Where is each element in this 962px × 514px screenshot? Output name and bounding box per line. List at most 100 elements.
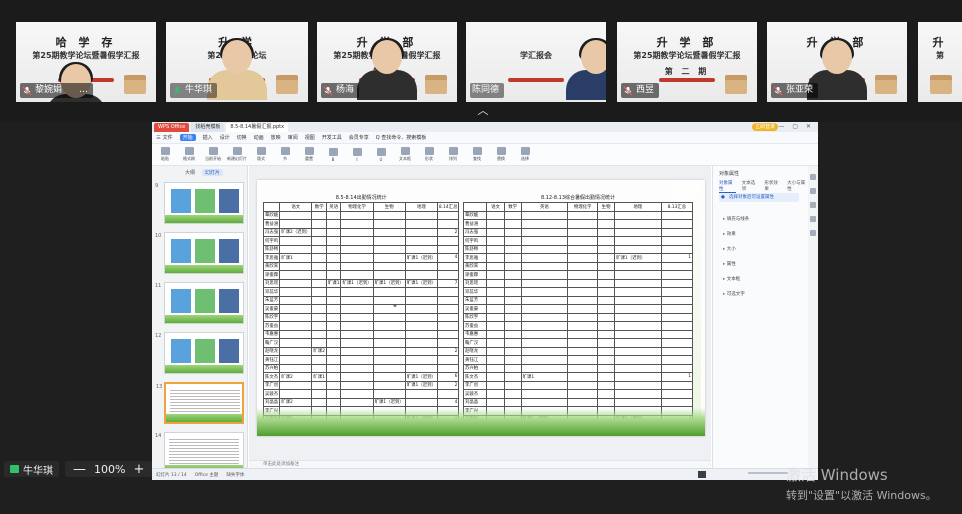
- table-cell[interactable]: [486, 219, 505, 229]
- table-cell[interactable]: [436, 321, 460, 331]
- table-cell[interactable]: 7: [436, 278, 460, 288]
- ribbon-button[interactable]: 当前开始: [204, 147, 222, 162]
- ribbon-button[interactable]: 查找: [468, 147, 486, 162]
- table-cell[interactable]: [597, 397, 616, 407]
- table-cell[interactable]: [520, 278, 569, 288]
- student-name-cell[interactable]: 陈欣宇: [462, 312, 488, 322]
- table-cell[interactable]: [520, 355, 569, 365]
- style-icon[interactable]: [810, 188, 816, 194]
- notes-input[interactable]: 单击此处添加备注: [249, 460, 711, 468]
- table-cell[interactable]: [520, 236, 569, 246]
- table-cell[interactable]: [660, 219, 694, 229]
- student-name-cell[interactable]: 吴俊豪: [262, 304, 281, 314]
- ribbon-button[interactable]: 排列: [444, 147, 462, 162]
- table-cell[interactable]: [567, 210, 599, 220]
- table-cell[interactable]: 旷课2: [279, 397, 313, 407]
- table-cell[interactable]: [279, 244, 313, 254]
- student-name-cell[interactable]: 李广创: [462, 380, 488, 390]
- table-cell[interactable]: 旷课1（迟到）: [404, 372, 438, 382]
- table-cell[interactable]: [597, 312, 616, 322]
- table-cell[interactable]: [567, 227, 599, 237]
- table-cell[interactable]: [520, 253, 569, 263]
- table-cell[interactable]: [325, 355, 342, 365]
- table-cell[interactable]: [520, 219, 569, 229]
- table-cell[interactable]: [436, 219, 460, 229]
- student-name-cell[interactable]: 韦嘉惠: [462, 329, 488, 339]
- table-cell[interactable]: [404, 338, 438, 348]
- animation-icon[interactable]: [810, 202, 816, 208]
- table-cell[interactable]: [404, 219, 438, 229]
- zoom-slider[interactable]: [748, 472, 788, 474]
- table-cell[interactable]: [486, 227, 505, 237]
- table-cell[interactable]: 旷课1（迟到）: [340, 278, 374, 288]
- table-cell[interactable]: [503, 270, 522, 280]
- table-cell[interactable]: [503, 372, 522, 382]
- table-cell[interactable]: [597, 321, 616, 331]
- slide-thumbnail[interactable]: 10: [155, 232, 244, 274]
- table-cell[interactable]: [404, 363, 438, 373]
- student-name-cell[interactable]: 邓蕊华: [262, 287, 281, 297]
- missing-fonts[interactable]: 缺失字体: [226, 472, 244, 478]
- table-cell[interactable]: 旷课1（迟到）: [404, 253, 438, 263]
- table-cell[interactable]: [520, 363, 569, 373]
- table-cell[interactable]: 1: [660, 253, 694, 263]
- table-cell[interactable]: [520, 389, 569, 399]
- table-cell[interactable]: [486, 346, 505, 356]
- table-cell[interactable]: [311, 253, 327, 263]
- table-cell[interactable]: [520, 287, 569, 297]
- table-cell[interactable]: [567, 304, 599, 314]
- ribbon-button[interactable]: 重置: [300, 147, 318, 162]
- table-cell[interactable]: [404, 355, 438, 365]
- table-cell[interactable]: [372, 346, 406, 356]
- slide-thumbnail[interactable]: 13: [156, 382, 244, 424]
- table-cell[interactable]: [340, 355, 374, 365]
- slide-thumbnail[interactable]: 12: [155, 332, 244, 374]
- table-cell[interactable]: [614, 270, 662, 280]
- table-cell[interactable]: [311, 389, 327, 399]
- table-cell[interactable]: [567, 355, 599, 365]
- table-cell[interactable]: [340, 329, 374, 339]
- table-cell[interactable]: [614, 261, 662, 271]
- table-cell[interactable]: [325, 219, 342, 229]
- table-cell[interactable]: [311, 363, 327, 373]
- table-cell[interactable]: [325, 329, 342, 339]
- wps-home-tab[interactable]: WPS Office: [154, 123, 190, 132]
- table-cell[interactable]: 旷课1（迟到）: [372, 278, 406, 288]
- table-cell[interactable]: [404, 321, 438, 331]
- table-cell[interactable]: [660, 329, 694, 339]
- menu-item[interactable]: 切换: [237, 134, 247, 141]
- menu-item[interactable]: 开始: [179, 134, 196, 141]
- table-cell[interactable]: [311, 338, 327, 348]
- table-cell[interactable]: [340, 261, 374, 271]
- table-cell[interactable]: [325, 372, 342, 382]
- table-cell[interactable]: [436, 287, 460, 297]
- ribbon-button[interactable]: I: [348, 147, 366, 162]
- ribbon-button[interactable]: 版式: [252, 147, 270, 162]
- ribbon-button[interactable]: 替换: [492, 147, 510, 162]
- menu-item[interactable]: 会员专享: [349, 134, 369, 141]
- table-cell[interactable]: [567, 397, 599, 407]
- table-cell[interactable]: 旷课1（迟到）: [614, 253, 662, 263]
- settings-icon[interactable]: [810, 216, 816, 222]
- table-cell[interactable]: [340, 380, 374, 390]
- table-cell[interactable]: [597, 253, 616, 263]
- table-cell[interactable]: [660, 321, 694, 331]
- table-cell[interactable]: [567, 338, 599, 348]
- template-tab[interactable]: 找稻壳模板: [191, 123, 225, 132]
- table-cell[interactable]: [325, 321, 342, 331]
- student-name-cell[interactable]: 李思雅: [262, 253, 281, 263]
- menu-item[interactable]: 三 文件: [156, 134, 173, 141]
- table-cell[interactable]: [660, 261, 694, 271]
- menu-item[interactable]: 视图: [305, 134, 315, 141]
- student-name-cell[interactable]: 朱蓝芳: [462, 295, 488, 305]
- table-cell[interactable]: 4: [436, 397, 460, 407]
- table-cell[interactable]: [404, 312, 438, 322]
- table-cell[interactable]: [279, 363, 313, 373]
- table-cell[interactable]: [279, 261, 313, 271]
- table-cell[interactable]: [340, 346, 374, 356]
- table-cell[interactable]: [503, 227, 522, 237]
- table-cell[interactable]: [372, 253, 406, 263]
- table-cell[interactable]: [503, 321, 522, 331]
- table-cell[interactable]: [404, 244, 438, 254]
- table-cell[interactable]: [404, 210, 438, 220]
